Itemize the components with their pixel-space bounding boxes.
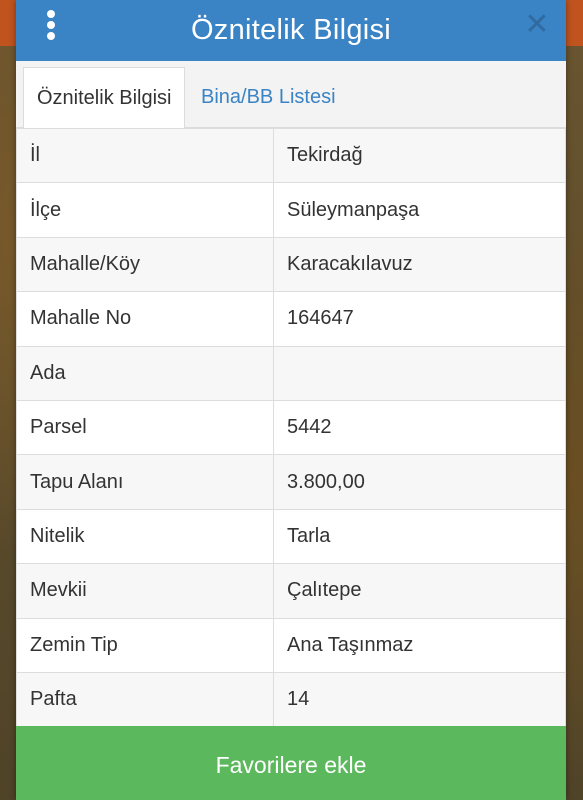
- attribute-key: Mahalle No: [16, 291, 274, 347]
- dialog-header: Öznitelik Bilgisi ✕: [16, 0, 566, 61]
- table-row: Pafta 14: [16, 671, 566, 728]
- attribute-value: [273, 345, 566, 401]
- attribute-value: 164647: [273, 291, 566, 347]
- table-row: İlçe Süleymanpaşa: [16, 182, 566, 238]
- backdrop-toolbar-right: [566, 0, 583, 46]
- dialog-title: Öznitelik Bilgisi: [190, 14, 392, 46]
- attribute-key: Parsel: [16, 399, 274, 456]
- tab-bar: Öznitelik Bilgisi Bina/BB Listesi: [16, 61, 566, 129]
- attribute-value: Süleymanpaşa: [273, 182, 566, 238]
- tab-building-list[interactable]: Bina/BB Listesi: [188, 67, 349, 128]
- attribute-table: İl Tekirdağ İlçe Süleymanpaşa Mahalle/Kö…: [16, 127, 566, 728]
- table-row: Zemin Tip Ana Taşınmaz: [16, 617, 566, 673]
- table-row: Tapu Alanı 3.800,00: [16, 454, 566, 510]
- attribute-value: Ana Taşınmaz: [273, 617, 566, 673]
- attribute-value: Çalıtepe: [273, 563, 566, 619]
- tab-attribute-info[interactable]: Öznitelik Bilgisi: [23, 67, 186, 129]
- table-row: Mahalle/Köy Karacakılavuz: [16, 236, 566, 293]
- attribute-key: Mevkii: [16, 563, 274, 619]
- attribute-value: Tarla: [273, 508, 566, 565]
- table-row: Mahalle No 164647: [16, 291, 566, 347]
- attribute-value: 5442: [273, 399, 566, 456]
- attribute-value: 14: [273, 671, 566, 728]
- table-row: İl Tekirdağ: [16, 127, 566, 184]
- attribute-key: Tapu Alanı: [16, 454, 274, 510]
- close-icon[interactable]: ✕: [524, 10, 550, 40]
- table-row: Nitelik Tarla: [16, 508, 566, 565]
- attribute-key: Nitelik: [16, 508, 274, 565]
- attribute-value: Tekirdağ: [273, 127, 566, 184]
- attribute-value: 3.800,00: [273, 454, 566, 510]
- attribute-key: Pafta: [16, 671, 274, 728]
- attribute-value: Karacakılavuz: [273, 236, 566, 293]
- table-row: Mevkii Çalıtepe: [16, 563, 566, 619]
- table-row: Ada: [16, 345, 566, 401]
- add-to-favorites-button[interactable]: Favorilere ekle: [16, 726, 566, 800]
- backdrop-toolbar-left: [0, 0, 16, 46]
- attribute-key: İl: [16, 127, 274, 184]
- table-row: Parsel 5442: [16, 399, 566, 456]
- attribute-key: Mahalle/Köy: [16, 236, 274, 293]
- attribute-key: İlçe: [16, 182, 274, 238]
- attribute-key: Ada: [16, 345, 274, 401]
- attribute-key: Zemin Tip: [16, 617, 274, 673]
- attribute-dialog: Öznitelik Bilgisi ✕ Öznitelik Bilgisi Bi…: [16, 0, 566, 800]
